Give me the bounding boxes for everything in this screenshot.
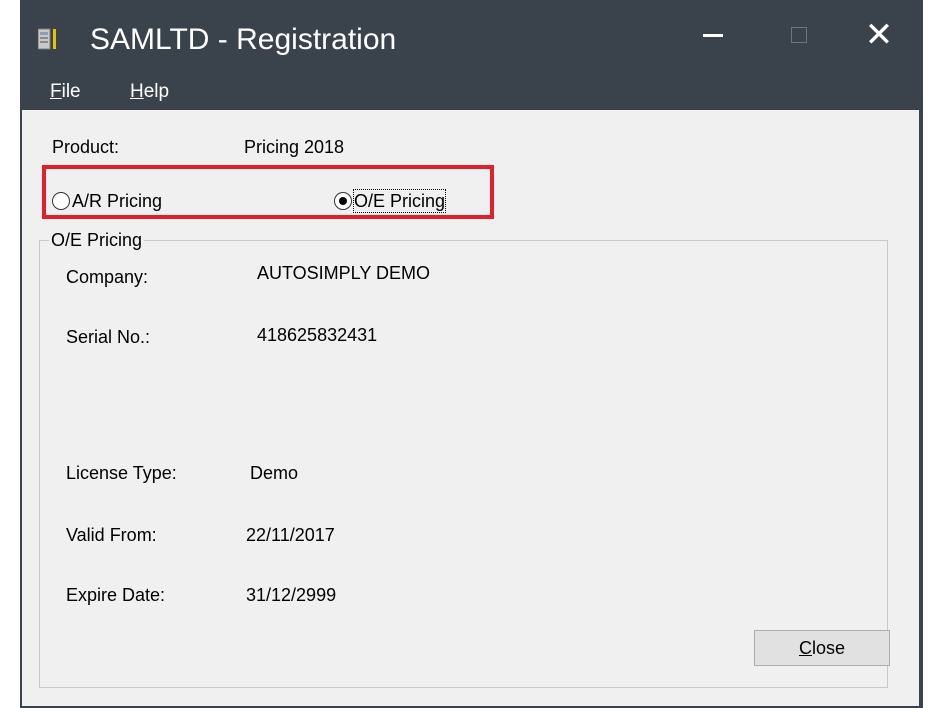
ar-pricing-label: A/R Pricing	[72, 191, 163, 211]
ar-pricing-radio[interactable]: A/R Pricing	[52, 190, 162, 212]
maximize-icon	[791, 27, 807, 43]
valid-from-label: Valid From:	[66, 525, 157, 545]
serial-label: Serial No.:	[66, 327, 151, 347]
expire-date-label: Expire Date:	[66, 585, 166, 605]
menu-bar: File Help	[20, 78, 923, 108]
expire-date-value: 31/12/2999	[246, 585, 337, 605]
maximize-button[interactable]	[774, 10, 824, 60]
ar-pricing-radio-circle	[52, 192, 70, 210]
oe-pricing-label: O/E Pricing	[352, 189, 447, 213]
oe-pricing-radio-circle	[334, 192, 352, 210]
close-window-button[interactable]: ✕	[854, 10, 904, 60]
product-value: Pricing 2018	[244, 137, 345, 157]
app-icon	[38, 28, 56, 50]
registration-window: SAMLTD - Registration ✕ File Help Produc…	[20, 0, 923, 708]
close-button-mnemonic: C	[798, 637, 812, 658]
group-title: O/E Pricing	[49, 228, 145, 252]
company-label: Company:	[66, 267, 149, 287]
close-icon: ✕	[864, 15, 894, 55]
menu-file[interactable]: File	[50, 78, 81, 106]
window-title: SAMLTD - Registration	[90, 23, 397, 56]
menu-help-label: elp	[143, 81, 170, 102]
oe-pricing-radio[interactable]: O/E Pricing	[334, 189, 447, 213]
minimize-icon	[703, 33, 723, 37]
license-type-label: License Type:	[66, 463, 177, 483]
serial-value: 418625832431	[257, 325, 378, 345]
menu-help-mnemonic: H	[130, 81, 144, 102]
close-button[interactable]: Close	[754, 630, 890, 666]
minimize-button[interactable]	[688, 10, 738, 60]
dialog-body: Product: Pricing 2018 A/R Pricing O/E Pr…	[22, 110, 919, 706]
menu-file-mnemonic: F	[50, 81, 62, 102]
menu-file-label: ile	[61, 81, 81, 102]
product-label: Product:	[52, 137, 120, 157]
license-type-value: Demo	[250, 463, 299, 483]
close-button-label: lose	[811, 637, 846, 658]
valid-from-value: 22/11/2017	[246, 525, 335, 545]
title-bar[interactable]: SAMLTD - Registration ✕	[20, 0, 923, 78]
menu-help[interactable]: Help	[130, 78, 169, 106]
company-value: AUTOSIMPLY DEMO	[257, 263, 431, 283]
